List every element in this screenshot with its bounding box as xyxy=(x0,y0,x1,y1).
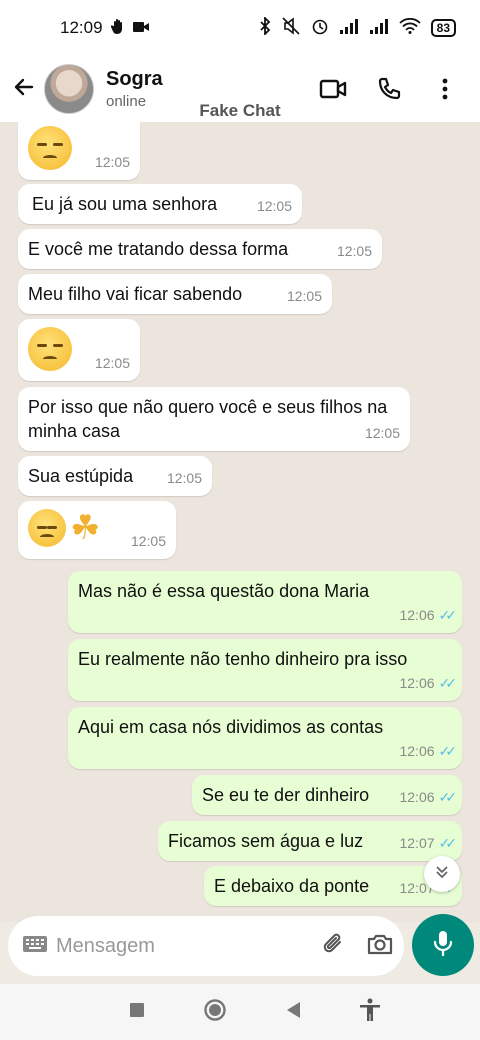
home-icon[interactable] xyxy=(203,998,227,1027)
pensive-face-emoji xyxy=(28,509,66,547)
status-bar: 12:09 83 xyxy=(0,0,480,56)
read-ticks-icon: ✓✓ xyxy=(438,675,458,691)
middle-finger-emoji: ☘ xyxy=(70,509,101,547)
message-text: E você me tratando dessa forma xyxy=(28,239,289,259)
contact-name: Sogra xyxy=(106,68,163,90)
message-bubble-incoming[interactable]: 12:05 xyxy=(18,122,140,180)
message-text: Por isso que não quero você e seus filho… xyxy=(28,397,388,441)
message-time: 12:05 xyxy=(130,533,166,549)
message-time: 12:05 xyxy=(166,470,202,486)
read-ticks-icon: ✓✓ xyxy=(438,835,458,851)
pensive-face-emoji xyxy=(28,126,72,170)
chat-area[interactable]: 12:05 Eu já sou uma senhora 12:05 E você… xyxy=(0,122,480,922)
message-bubble-outgoing[interactable]: Se eu te der dinheiro 12:06 ✓✓ xyxy=(192,775,462,815)
message-time: 12:06 xyxy=(399,789,435,805)
more-vertical-icon[interactable] xyxy=(430,74,460,104)
message-time: 12:05 xyxy=(364,425,400,441)
message-time: 12:07 xyxy=(399,835,435,851)
message-bubble-outgoing[interactable]: Eu realmente não tenho dinheiro pra isso… xyxy=(68,639,462,701)
watermark: Fake Chat xyxy=(199,101,281,120)
message-time: 12:05 xyxy=(94,154,130,170)
message-bubble-incoming[interactable]: 12:05 xyxy=(18,319,140,381)
battery-indicator: 83 xyxy=(430,19,456,37)
read-ticks-icon: ✓✓ xyxy=(438,607,458,623)
mute-icon xyxy=(281,16,301,40)
read-ticks-icon: ✓✓ xyxy=(438,743,458,759)
message-time: 12:05 xyxy=(336,243,372,259)
arrow-left-icon xyxy=(12,75,36,104)
phone-icon[interactable] xyxy=(374,74,404,104)
message-text: Mas não é essa questão dona Maria xyxy=(78,581,370,601)
message-bubble-outgoing[interactable]: Aqui em casa nós dividimos as contas 12:… xyxy=(68,707,462,769)
wifi-icon xyxy=(398,17,421,39)
message-text: Meu filho vai ficar sabendo xyxy=(28,284,243,304)
recents-icon[interactable] xyxy=(129,1002,145,1023)
message-text: Eu já sou uma senhora xyxy=(32,194,218,214)
mic-button[interactable] xyxy=(412,914,474,976)
message-time: 12:06 xyxy=(399,607,435,623)
message-text: Aqui em casa nós dividimos as contas xyxy=(78,717,384,737)
message-time: 12:06 xyxy=(399,675,435,691)
signal-icon-2 xyxy=(369,18,389,39)
camera-icon[interactable] xyxy=(367,933,393,960)
message-bubble-incoming[interactable]: Eu já sou uma senhora 12:05 xyxy=(18,184,302,224)
message-bubble-outgoing[interactable]: Ficamos sem água e luz 12:07 ✓✓ xyxy=(158,821,462,861)
message-input-bar xyxy=(8,916,404,976)
message-bubble-incoming[interactable]: Por isso que não quero você e seus filho… xyxy=(18,387,410,451)
double-chevron-down-icon xyxy=(434,864,450,885)
mic-icon xyxy=(432,929,454,962)
message-bubble-outgoing[interactable]: Mas não é essa questão dona Maria 12:06 ✓… xyxy=(68,571,462,633)
scroll-to-bottom-button[interactable] xyxy=(424,856,460,892)
message-time: 12:05 xyxy=(94,355,130,371)
message-time: 12:06 xyxy=(399,743,435,759)
alarm-icon xyxy=(311,17,329,40)
video-record-icon xyxy=(132,18,149,38)
message-bubble-incoming[interactable]: Meu filho vai ficar sabendo 12:05 xyxy=(18,274,332,314)
video-call-icon[interactable] xyxy=(318,74,348,104)
system-nav-bar xyxy=(0,984,480,1040)
message-time: 12:05 xyxy=(286,288,322,304)
bluetooth-icon xyxy=(259,15,271,40)
message-bubble-incoming[interactable]: Sua estúpida 12:05 xyxy=(18,456,212,496)
message-bubble-incoming[interactable]: ☘ 12:05 xyxy=(18,501,176,559)
read-ticks-icon: ✓✓ xyxy=(438,789,458,805)
signal-icon-1 xyxy=(339,18,359,39)
message-bubble-incoming[interactable]: E você me tratando dessa forma 12:05 xyxy=(18,229,382,269)
message-time: 12:05 xyxy=(256,198,292,214)
message-text: Eu realmente não tenho dinheiro pra isso xyxy=(78,649,408,669)
pensive-face-emoji xyxy=(28,327,72,371)
back-nav-icon[interactable] xyxy=(285,1001,301,1024)
attach-icon[interactable] xyxy=(321,931,347,962)
accessibility-icon[interactable] xyxy=(359,998,381,1027)
hand-icon xyxy=(110,18,125,39)
status-time: 12:09 xyxy=(60,18,103,37)
keyboard-icon[interactable] xyxy=(22,935,48,958)
message-input[interactable] xyxy=(56,934,321,958)
